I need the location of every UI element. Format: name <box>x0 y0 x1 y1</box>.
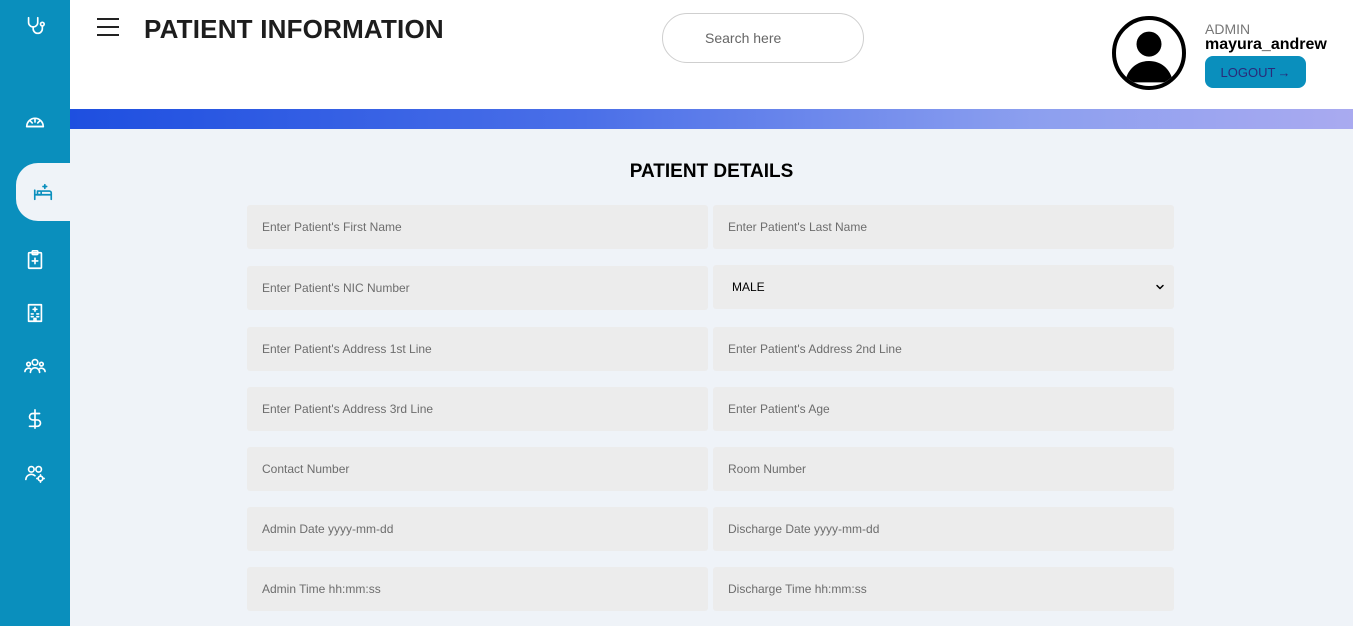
header-gradient-bar <box>70 109 1353 129</box>
search-icon <box>682 32 694 44</box>
header: PATIENT INFORMATION ADMIN mayura_andrew … <box>70 0 1353 109</box>
logout-label: LOGOUT <box>1220 64 1276 80</box>
gender-selected-value: MALE <box>732 280 765 294</box>
user-role: ADMIN <box>1205 21 1251 37</box>
hamburger-menu-icon[interactable] <box>97 18 119 36</box>
gender-select[interactable]: MALE <box>713 265 1174 309</box>
patient-bed-icon[interactable] <box>16 163 70 221</box>
admin-time-input[interactable] <box>262 582 708 596</box>
contact-field[interactable] <box>247 447 708 491</box>
staff-group-icon[interactable] <box>0 346 70 386</box>
clipboard-medical-icon[interactable] <box>0 240 70 280</box>
user-settings-icon[interactable] <box>0 453 70 493</box>
username: mayura_andrew <box>1205 36 1327 53</box>
address2-input[interactable] <box>728 342 1174 356</box>
admin-date-input[interactable] <box>262 522 708 536</box>
nic-input[interactable] <box>262 281 708 295</box>
arrow-right-icon: → <box>1277 64 1291 80</box>
form-title: PATIENT DETAILS <box>629 161 794 182</box>
page-title: PATIENT INFORMATION <box>144 14 444 44</box>
address1-input[interactable] <box>262 342 708 356</box>
sidebar <box>0 0 70 626</box>
search-box[interactable] <box>662 13 864 63</box>
age-input[interactable] <box>728 402 1174 416</box>
room-field[interactable] <box>713 447 1174 491</box>
search-input[interactable] <box>705 30 845 46</box>
first-name-input[interactable] <box>262 220 708 234</box>
last-name-input[interactable] <box>728 220 1174 234</box>
stethoscope-icon[interactable] <box>0 6 70 46</box>
address1-field[interactable] <box>247 327 708 371</box>
first-name-field[interactable] <box>247 205 708 249</box>
room-input[interactable] <box>728 462 1174 476</box>
discharge-time-field[interactable] <box>713 567 1174 611</box>
nic-field[interactable] <box>247 266 708 310</box>
chevron-down-icon <box>1156 284 1164 290</box>
avatar <box>1112 16 1186 90</box>
discharge-date-field[interactable] <box>713 507 1174 551</box>
logout-button[interactable]: LOGOUT → <box>1205 56 1306 88</box>
hospital-building-icon[interactable] <box>0 293 70 333</box>
address3-field[interactable] <box>247 387 708 431</box>
age-field[interactable] <box>713 387 1174 431</box>
contact-input[interactable] <box>262 462 708 476</box>
address2-field[interactable] <box>713 327 1174 371</box>
last-name-field[interactable] <box>713 205 1174 249</box>
address3-input[interactable] <box>262 402 708 416</box>
dollar-icon[interactable] <box>0 399 70 439</box>
discharge-time-input[interactable] <box>728 582 1174 596</box>
admin-time-field[interactable] <box>247 567 708 611</box>
discharge-date-input[interactable] <box>728 522 1174 536</box>
dashboard-icon[interactable] <box>0 102 70 142</box>
admin-date-field[interactable] <box>247 507 708 551</box>
